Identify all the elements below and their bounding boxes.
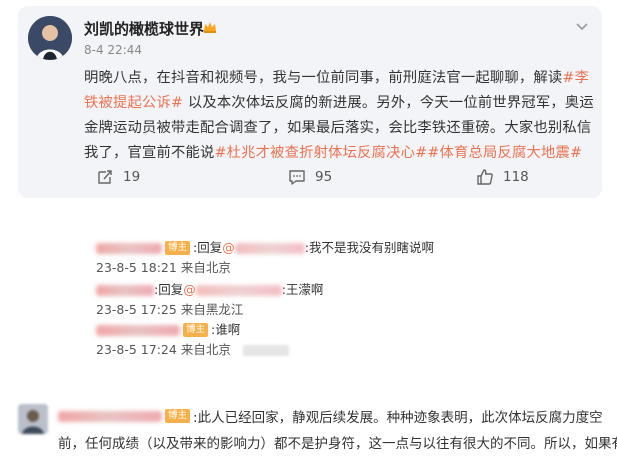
reply-text: :谁啊 [211,322,241,337]
blurred-username [58,410,162,422]
blurred-mention [234,242,305,254]
reply-text: :我不是我没有别瞎说啊 [304,240,434,255]
reply-time: 23-8-5 18:21 [96,260,177,275]
chevron-down-icon[interactable] [574,18,590,34]
post-body: 明晚八点，在抖音和视频号，我与一位前同事，前刑庭法官一起聊聊，解读#李铁被提起公… [84,66,598,166]
reply-prefix: :回复 [193,240,223,255]
reply-time: 23-8-5 17:24 [96,342,177,357]
like-button[interactable]: 118 [476,164,529,190]
comment-count: 95 [315,169,333,185]
like-count: 118 [503,169,529,185]
blurred-meta [242,345,289,356]
crown-icon [204,22,216,33]
person-icon [18,404,48,434]
person-icon [28,16,72,60]
author-badge: 博主 [183,323,209,337]
blurred-username [96,242,162,254]
post-card: 刘凯的橄榄球世界 8-4 22:44 明晚八点，在抖音和视频号，我与一位前同事，… [18,6,602,198]
comment-icon [289,170,305,185]
reply-location: 来自北京 [180,342,231,357]
author-badge: 博主 [165,409,191,423]
blurred-mention [195,284,282,296]
commenter-avatar[interactable] [18,404,48,434]
reply-time: 23-8-5 17:25 [96,302,177,317]
author-badge: 博主 [165,241,191,255]
author-name[interactable]: 刘凯的橄榄球世界 [84,18,204,39]
reply-item[interactable]: 博主 :回复 @ :我不是我没有别瞎说啊 23-8-5 18:21 来自北京 [96,238,516,278]
reply-prefix: :回复 [154,282,184,297]
post-actions: 19 95 118 [18,164,602,190]
comment-button[interactable]: 95 [288,164,332,190]
post-timestamp: 8-4 22:44 [84,43,142,57]
comment-text-line2: 前，任何成绩（以及带来的影响力）都不是护身符，这一点与以往有很大的不同。所以，如… [58,436,617,452]
comment-text-line1: :此人已经回家，静观后续发展。种种迹象表明，此次体坛反腐力度空 [193,410,603,426]
repost-button[interactable]: 19 [96,164,140,190]
hashtag-link[interactable]: #杜兆才被查折射体坛反腐决心# [214,145,427,161]
reply-location: 来自北京 [180,260,231,275]
mention-at[interactable]: @ [183,280,196,300]
blurred-username [96,324,180,336]
post-text: 明晚八点，在抖音和视频号，我与一位前同事，前刑庭法官一起聊聊，解读 [84,70,563,86]
thumbs-up-icon [477,169,493,185]
repost-icon [98,170,112,184]
reply-item[interactable]: 博主 :谁啊 23-8-5 17:24 来自北京 [96,320,516,360]
mention-at[interactable]: @ [222,238,235,258]
author-avatar[interactable] [28,16,72,60]
comment-item[interactable]: 博主 :此人已经回家，静观后续发展。种种迹象表明，此次体坛反腐力度空 前，任何成… [18,404,617,471]
blurred-username [96,284,154,296]
hashtag-link[interactable]: #体育总局反腐大地震# [427,145,582,161]
reply-item[interactable]: :回复 @ :王濛啊 23-8-5 17:25 来自黑龙江 [96,280,516,320]
repost-count: 19 [123,169,141,185]
reply-text: :王濛啊 [281,282,324,297]
reply-location: 来自黑龙江 [180,302,244,317]
